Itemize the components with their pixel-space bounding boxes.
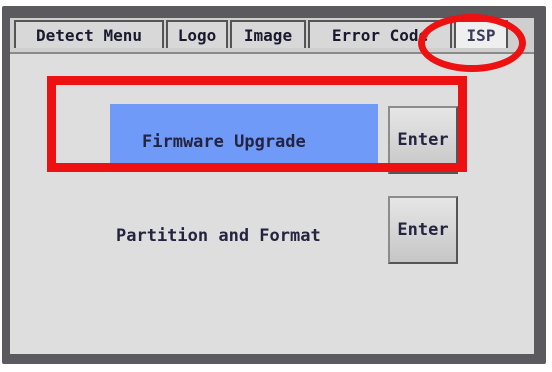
tab-image[interactable]: Image	[230, 20, 306, 48]
partition-format-label: Partition and Format	[116, 226, 321, 246]
partition-format-enter-button[interactable]: Enter	[388, 196, 458, 264]
annotation-rectangle	[47, 76, 467, 172]
tab-detect-menu[interactable]: Detect Menu	[14, 20, 164, 48]
tab-logo[interactable]: Logo	[166, 20, 228, 48]
annotation-ellipse	[418, 14, 526, 72]
